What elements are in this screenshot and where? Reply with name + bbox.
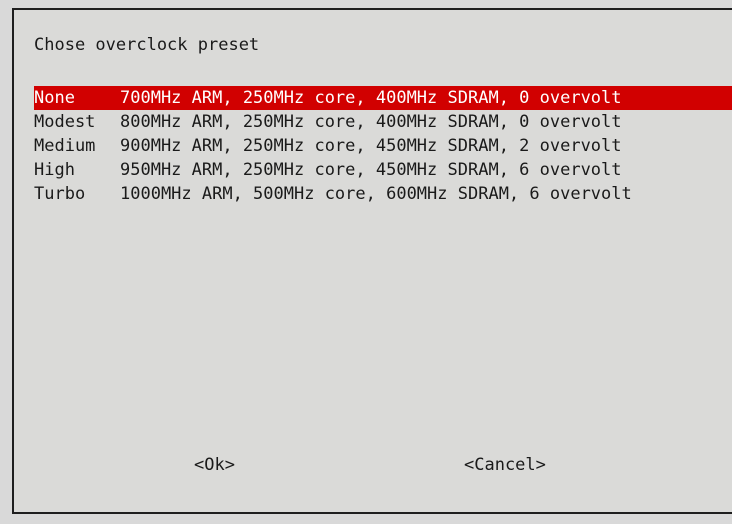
menu-item-none[interactable]: None 700MHz ARM, 250MHz core, 400MHz SDRA… — [34, 86, 732, 110]
menu-item-tag: None — [34, 88, 75, 108]
menu-item-tag: Turbo — [34, 184, 86, 204]
menu-item-tag: Medium — [34, 136, 96, 156]
menu-item-high[interactable]: High 950MHz ARM, 250MHz core, 450MHz SDRA… — [34, 158, 732, 182]
menu-item-desc: 900MHz ARM, 250MHz core, 450MHz SDRAM, 2… — [120, 136, 622, 156]
dialog-title: Chose overclock preset — [34, 35, 260, 55]
ok-button[interactable]: <Ok> — [194, 454, 235, 476]
menu-item-desc: 950MHz ARM, 250MHz core, 450MHz SDRAM, 6… — [120, 160, 622, 180]
menu-item-desc: 700MHz ARM, 250MHz core, 400MHz SDRAM, 0… — [120, 88, 622, 108]
cancel-button[interactable]: <Cancel> — [464, 454, 546, 476]
menu-item-desc: 800MHz ARM, 250MHz core, 400MHz SDRAM, 0… — [120, 112, 622, 132]
menu-item-tag: Modest — [34, 112, 96, 132]
preset-menu: None 700MHz ARM, 250MHz core, 400MHz SDRA… — [34, 86, 732, 206]
menu-item-tag: High — [34, 160, 75, 180]
menu-item-modest[interactable]: Modest 800MHz ARM, 250MHz core, 400MHz SD… — [34, 110, 732, 134]
menu-item-medium[interactable]: Medium 900MHz ARM, 250MHz core, 450MHz SD… — [34, 134, 732, 158]
menu-item-turbo[interactable]: Turbo 1000MHz ARM, 500MHz core, 600MHz SD… — [34, 182, 732, 206]
overclock-dialog: Chose overclock preset None 700MHz ARM, 2… — [12, 8, 732, 514]
menu-item-desc: 1000MHz ARM, 500MHz core, 600MHz SDRAM, … — [120, 184, 632, 204]
